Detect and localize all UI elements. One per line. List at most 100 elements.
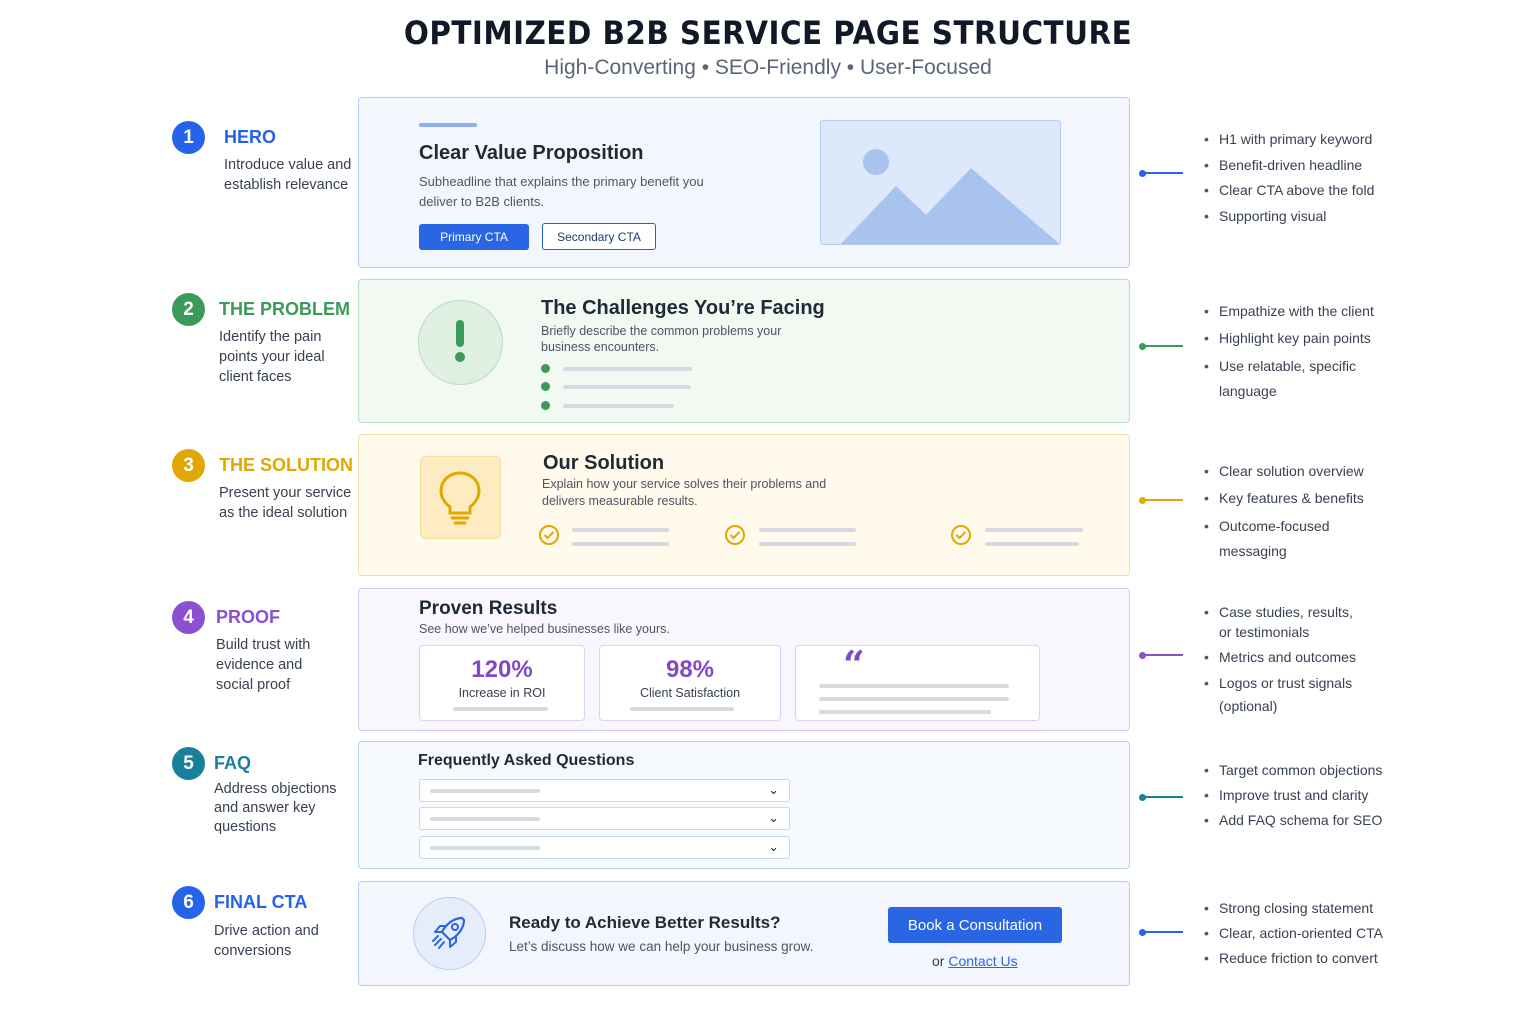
- tip-item: Target common objections: [1204, 760, 1384, 780]
- placeholder-line: [563, 385, 691, 389]
- placeholder-line: [759, 528, 856, 532]
- placeholder-line: [985, 542, 1079, 546]
- rocket-icon: [413, 897, 486, 970]
- step-description: Address objections and answer key questi…: [214, 781, 337, 835]
- primary-cta-button[interactable]: Primary CTA: [419, 224, 529, 250]
- step-title: THE SOLUTION: [219, 455, 353, 475]
- secondary-cta-button[interactable]: Secondary CTA: [542, 223, 656, 250]
- testimonial-card: “: [795, 642, 1040, 721]
- step-description: Build trust with evidence and social pro…: [216, 637, 311, 693]
- step-number: 2: [172, 293, 205, 326]
- step-number: 6: [172, 886, 205, 919]
- placeholder-line: [819, 684, 1009, 688]
- step-number: 4: [172, 601, 205, 634]
- stat-label: Increase in ROI: [458, 686, 546, 700]
- placeholder-line: [572, 528, 669, 532]
- tip-item: Empathize with the client: [1204, 301, 1384, 321]
- proof-tips-list: Case studies, results, or testimonials M…: [1204, 602, 1384, 718]
- faq-accordion-item[interactable]: ⌄: [419, 807, 790, 830]
- tip-item: Metrics and outcomes: [1204, 647, 1384, 667]
- tip-item: Logos or trust signals (optional): [1204, 672, 1364, 718]
- tip-item: Add FAQ schema for SEO: [1204, 810, 1384, 830]
- stat-card-satisfaction: 98% Client Satisfaction: [599, 645, 781, 721]
- image-placeholder-icon: [820, 120, 1061, 245]
- connector-line: [1139, 170, 1183, 177]
- step-title: FAQ: [214, 753, 252, 773]
- chevron-down-icon[interactable]: ⌄: [768, 810, 779, 826]
- quote-icon: “: [843, 642, 865, 687]
- step-description: Introduce value and establish relevance: [224, 157, 352, 193]
- bullet-dot: [541, 382, 550, 391]
- tip-item: Use relatable, specific language: [1204, 354, 1374, 404]
- placeholder-line: [430, 846, 540, 850]
- faq-accordion-item[interactable]: ⌄: [419, 836, 790, 859]
- placeholder-line: [453, 707, 548, 711]
- check-icon: [950, 524, 972, 551]
- step-number: 3: [172, 449, 205, 482]
- eyebrow-bar: [419, 123, 477, 127]
- problem-subheading: Briefly describe the common problems you…: [541, 324, 782, 354]
- step-title: FINAL CTA: [214, 892, 308, 912]
- bullet-dot: [541, 364, 550, 373]
- placeholder-line: [985, 528, 1083, 532]
- chevron-down-icon[interactable]: ⌄: [768, 839, 779, 855]
- tip-item: Strong closing statement: [1204, 898, 1384, 918]
- problem-heading: The Challenges You’re Facing: [541, 297, 825, 319]
- placeholder-line: [563, 367, 692, 371]
- final-cta-tips-list: Strong closing statement Clear, action-o…: [1204, 898, 1384, 968]
- solution-subheading: Explain how your service solves their pr…: [542, 477, 827, 508]
- final-cta-heading: Ready to Achieve Better Results?: [509, 913, 781, 932]
- stat-value: 120%: [471, 656, 533, 683]
- final-cta-card: Ready to Achieve Better Results? Let’s d…: [358, 881, 1130, 986]
- contact-line: or Contact Us: [932, 953, 1018, 969]
- tip-item: Supporting visual: [1204, 206, 1384, 226]
- stat-value: 98%: [665, 656, 715, 683]
- placeholder-line: [563, 404, 674, 408]
- tip-item: Benefit-driven headline: [1204, 155, 1384, 175]
- step-description: Drive action and conversions: [214, 923, 319, 959]
- tip-item: Key features & benefits: [1204, 488, 1384, 508]
- tip-item: Clear solution overview: [1204, 461, 1384, 481]
- tip-item: Highlight key pain points: [1204, 328, 1384, 348]
- check-icon: [538, 524, 560, 551]
- proof-card: Proven Results See how we’ve helped busi…: [358, 588, 1130, 731]
- placeholder-line: [819, 697, 1009, 701]
- problem-tips-list: Empathize with the client Highlight key …: [1204, 301, 1384, 404]
- solution-tips-list: Clear solution overview Key features & b…: [1204, 461, 1384, 564]
- connector-line: [1139, 794, 1183, 801]
- step-title: PROOF: [216, 607, 281, 627]
- placeholder-line: [430, 817, 540, 821]
- hero-subheading: Subheadline that explains the primary be…: [419, 174, 704, 209]
- step-title: HERO: [224, 127, 277, 147]
- tip-item: H1 with primary keyword: [1204, 129, 1384, 149]
- page-subtitle: High-Converting • SEO-Friendly • User-Fo…: [544, 56, 992, 79]
- contact-us-link[interactable]: Contact Us: [948, 953, 1017, 969]
- exclamation-icon: [418, 300, 503, 385]
- lightbulb-icon: [420, 456, 501, 539]
- tip-item: Clear CTA above the fold: [1204, 180, 1384, 200]
- connector-line: [1139, 652, 1183, 659]
- stat-label: Client Satisfaction: [639, 686, 741, 700]
- faq-accordion-item[interactable]: ⌄: [419, 779, 790, 802]
- check-icon: [724, 524, 746, 551]
- chevron-down-icon[interactable]: ⌄: [768, 782, 779, 798]
- proof-subheading: See how we’ve helped businesses like you…: [419, 622, 670, 636]
- faq-tips-list: Target common objections Improve trust a…: [1204, 760, 1384, 830]
- tip-item: Clear, action-oriented CTA: [1204, 923, 1384, 943]
- hero-card: Clear Value Proposition Subheadline that…: [358, 97, 1130, 268]
- connector-line: [1139, 497, 1183, 504]
- placeholder-line: [630, 707, 734, 711]
- page-title: OPTIMIZED B2B SERVICE PAGE STRUCTURE: [403, 14, 1133, 52]
- faq-heading: Frequently Asked Questions: [418, 752, 635, 769]
- hero-heading: Clear Value Proposition: [419, 142, 644, 164]
- step-description: Present your service as the ideal soluti…: [219, 485, 352, 521]
- bullet-dot: [541, 401, 550, 410]
- step-description: Identify the pain points your ideal clie…: [219, 329, 325, 385]
- faq-card: Frequently Asked Questions ⌄ ⌄ ⌄: [358, 741, 1130, 869]
- final-cta-subheading: Let’s discuss how we can help your busin…: [509, 939, 814, 954]
- placeholder-line: [430, 789, 540, 793]
- book-consultation-button[interactable]: Book a Consultation: [888, 907, 1062, 943]
- problem-card: The Challenges You’re Facing Briefly des…: [358, 279, 1130, 423]
- tip-item: Case studies, results, or testimonials: [1204, 602, 1354, 642]
- proof-heading: Proven Results: [419, 598, 558, 619]
